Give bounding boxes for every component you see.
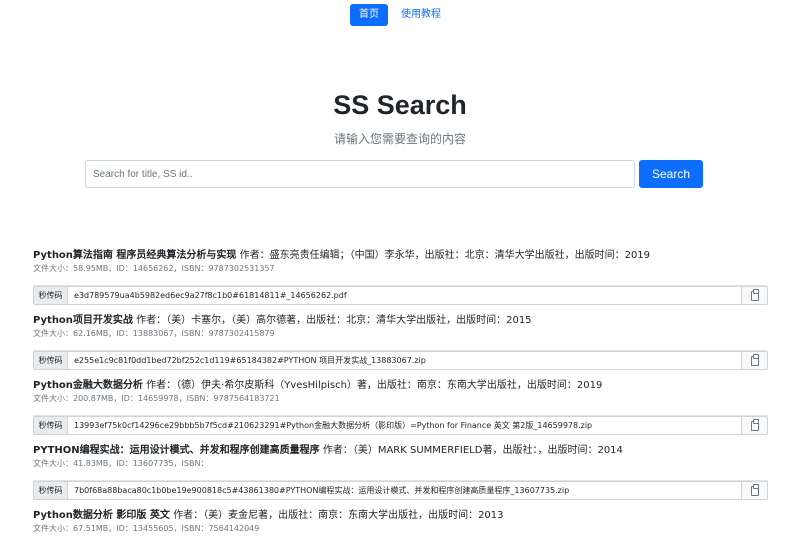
result-title: Python算法指南 程序员经典算法分析与实现 — [33, 250, 237, 261]
result-info: 作者：（德）伊夫·希尔皮斯科（YvesHilpisch）著，出版社：南京：东南大… — [142, 380, 603, 391]
results-list: Python算法指南 程序员经典算法分析与实现 作者：盛东亮责任编辑；（中国）李… — [33, 244, 768, 544]
top-nav: 首页 使用教程 — [0, 4, 800, 26]
clipboard-icon — [750, 353, 759, 366]
result-heading: Python数据分析 影印版 英文 作者：（美）麦金尼著，出版社：南京：东南大学… — [33, 504, 768, 523]
result-info: 作者：（美）麦金尼著，出版社：南京：东南大学出版社，出版时间：2013 — [169, 510, 504, 521]
copy-code-row: 秒传码 e255e1c9c81f0dd1bed72bf252c1d119#651… — [33, 351, 768, 370]
clipboard-icon — [750, 418, 759, 431]
result-item: Python算法指南 程序员经典算法分析与实现 作者：盛东亮责任编辑；（中国）李… — [33, 244, 768, 286]
result-meta: 文件大小：67.51MB，ID：13455605，ISBN：7564142049 — [33, 524, 260, 533]
result-info: 作者：盛东亮责任编辑；（中国）李永华，出版社：北京：清华大学出版社，出版时间：2… — [236, 250, 651, 261]
result-info: 作者：（美）卡塞尔，（美）高尔德著，出版社：北京：清华大学出版社，出版时间：20… — [132, 315, 532, 326]
result-item: PYTHON编程实战：运用设计模式、并发和程序创建高质量程序 作者：（美）MAR… — [33, 439, 768, 481]
search-bar: Search — [85, 160, 703, 188]
copy-code-row: 秒传码 e3d789579ua4b5982ed6ec9a27f8c1b0#618… — [33, 286, 768, 305]
copy-code-row: 秒传码 13993ef75k0cf14296ce29bbb5b7f5cd#210… — [33, 416, 768, 435]
result-heading: Python金融大数据分析 作者：（德）伊夫·希尔皮斯科（YvesHilpisc… — [33, 374, 768, 393]
search-input[interactable] — [85, 160, 635, 188]
clipboard-icon — [750, 483, 759, 496]
copy-code-value[interactable]: 7b0f68a88baca80c1b0be19e900818c5#4386138… — [67, 481, 742, 500]
copy-code-label: 秒传码 — [33, 351, 67, 370]
copy-code-label: 秒传码 — [33, 286, 67, 305]
search-button[interactable]: Search — [639, 160, 703, 188]
result-heading: Python算法指南 程序员经典算法分析与实现 作者：盛东亮责任编辑；（中国）李… — [33, 244, 768, 263]
copy-code-value[interactable]: e255e1c9c81f0dd1bed72bf252c1d119#6518438… — [67, 351, 742, 370]
copy-code-label: 秒传码 — [33, 416, 67, 435]
copy-button[interactable] — [742, 286, 768, 305]
result-title: Python数据分析 影印版 英文 — [33, 510, 170, 521]
copy-button[interactable] — [742, 416, 768, 435]
copy-button[interactable] — [742, 351, 768, 370]
result-title: Python金融大数据分析 — [33, 380, 143, 391]
copy-code-label: 秒传码 — [33, 481, 67, 500]
result-meta: 文件大小：58.95MB，ID：14656262，ISBN：9787302531… — [33, 264, 275, 273]
page-subtitle: 请输入您需要查询的内容 — [333, 132, 466, 146]
result-heading: Python项目开发实战 作者：（美）卡塞尔，（美）高尔德著，出版社：北京：清华… — [33, 309, 768, 328]
result-item: Python金融大数据分析 作者：（德）伊夫·希尔皮斯科（YvesHilpisc… — [33, 374, 768, 416]
result-meta: 文件大小：41.83MB，ID：13607735，ISBN： — [33, 459, 209, 468]
result-info: 作者：（美）MARK SUMMERFIELD著，出版社：，出版时间：2014 — [319, 445, 623, 456]
result-item: Python项目开发实战 作者：（美）卡塞尔，（美）高尔德著，出版社：北京：清华… — [33, 309, 768, 351]
page-title: SS Search — [333, 90, 467, 120]
copy-button[interactable] — [742, 481, 768, 500]
result-item: Python数据分析 影印版 英文 作者：（美）麦金尼著，出版社：南京：东南大学… — [33, 504, 768, 544]
result-meta: 文件大小：200.87MB，ID：14659978，ISBN：978756418… — [33, 394, 280, 403]
result-title: Python项目开发实战 — [33, 315, 133, 326]
nav-home-link[interactable]: 首页 — [350, 4, 388, 26]
copy-code-value[interactable]: e3d789579ua4b5982ed6ec9a27f8c1b0#6181481… — [67, 286, 742, 305]
result-heading: PYTHON编程实战：运用设计模式、并发和程序创建高质量程序 作者：（美）MAR… — [33, 439, 768, 458]
result-title: PYTHON编程实战：运用设计模式、并发和程序创建高质量程序 — [33, 445, 320, 456]
copy-code-value[interactable]: 13993ef75k0cf14296ce29bbb5b7f5cd#2106232… — [67, 416, 742, 435]
result-meta: 文件大小：62.16MB，ID：13883067，ISBN：9787302415… — [33, 329, 275, 338]
nav-tutorial-link[interactable]: 使用教程 — [392, 4, 450, 26]
clipboard-icon — [750, 288, 759, 301]
copy-code-row: 秒传码 7b0f68a88baca80c1b0be19e900818c5#438… — [33, 481, 768, 500]
